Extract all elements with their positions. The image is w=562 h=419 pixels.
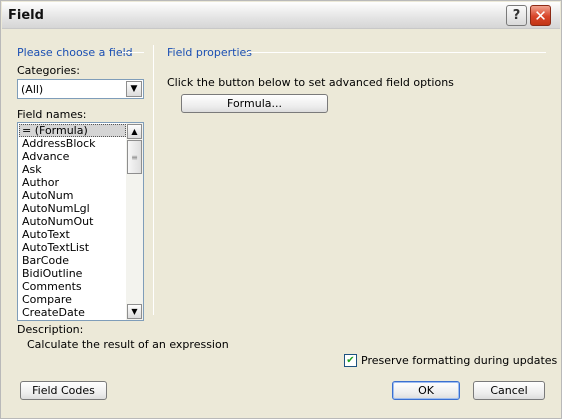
help-icon: ? — [512, 8, 521, 23]
list-item[interactable]: = (Formula) — [19, 124, 126, 137]
list-item[interactable]: Ask — [19, 163, 126, 176]
description-label: Description: — [17, 323, 84, 336]
vertical-divider — [153, 45, 154, 315]
field-names-items: = (Formula) AddressBlock Advance Ask Author A… — [19, 124, 126, 319]
scroll-up-icon[interactable]: ▲ — [127, 124, 142, 139]
field-names-list[interactable]: = (Formula) AddressBlock Advance Ask Author A… — [17, 122, 144, 321]
list-item[interactable]: Compare — [19, 293, 126, 306]
help-button[interactable]: ? — [506, 5, 527, 26]
categories-label: Categories: — [17, 64, 80, 77]
preserve-formatting-checkbox[interactable]: ✔ — [344, 354, 357, 367]
field-dialog: Field ? ✕ Please choose a field Categori… — [0, 0, 562, 419]
list-item[interactable]: AutoText — [19, 228, 126, 241]
close-button[interactable]: ✕ — [530, 5, 551, 26]
categories-dropdown[interactable]: (All) ▼ — [17, 79, 144, 99]
instruction-text: Click the button below to set advanced f… — [167, 76, 454, 89]
field-names-label: Field names: — [17, 108, 87, 121]
left-section-divider — [122, 52, 144, 53]
list-item[interactable]: AutoNumLgl — [19, 202, 126, 215]
scroll-down-icon[interactable]: ▼ — [127, 304, 142, 319]
categories-value: (All) — [21, 83, 44, 96]
list-item[interactable]: Author — [19, 176, 126, 189]
formula-button[interactable]: Formula... — [181, 94, 328, 113]
chevron-down-icon[interactable]: ▼ — [126, 81, 142, 97]
list-item[interactable]: CreateDate — [19, 306, 126, 319]
field-properties-section-title: Field properties — [167, 46, 253, 59]
title-bar[interactable]: Field ? ✕ — [2, 2, 560, 29]
checkmark-icon: ✔ — [346, 354, 355, 366]
choose-field-section-title: Please choose a field — [17, 46, 133, 59]
list-item[interactable]: AddressBlock — [19, 137, 126, 150]
ok-button[interactable]: OK — [392, 381, 460, 400]
dialog-title: Field — [8, 8, 44, 23]
list-item[interactable]: BarCode — [19, 254, 126, 267]
list-item[interactable]: AutoNumOut — [19, 215, 126, 228]
close-icon: ✕ — [534, 6, 547, 25]
cancel-button[interactable]: Cancel — [473, 381, 545, 400]
field-names-scrollbar[interactable]: ▲ ≡ ▼ — [126, 123, 143, 320]
list-item[interactable]: AutoTextList — [19, 241, 126, 254]
list-item[interactable]: AutoNum — [19, 189, 126, 202]
scroll-thumb[interactable]: ≡ — [127, 140, 142, 174]
list-item[interactable]: BidiOutline — [19, 267, 126, 280]
list-item[interactable]: Comments — [19, 280, 126, 293]
right-section-divider — [247, 52, 546, 53]
description-text: Calculate the result of an expression — [27, 338, 229, 351]
list-item[interactable]: Advance — [19, 150, 126, 163]
preserve-formatting-label[interactable]: Preserve formatting during updates — [361, 354, 557, 367]
field-codes-button[interactable]: Field Codes — [20, 381, 107, 400]
